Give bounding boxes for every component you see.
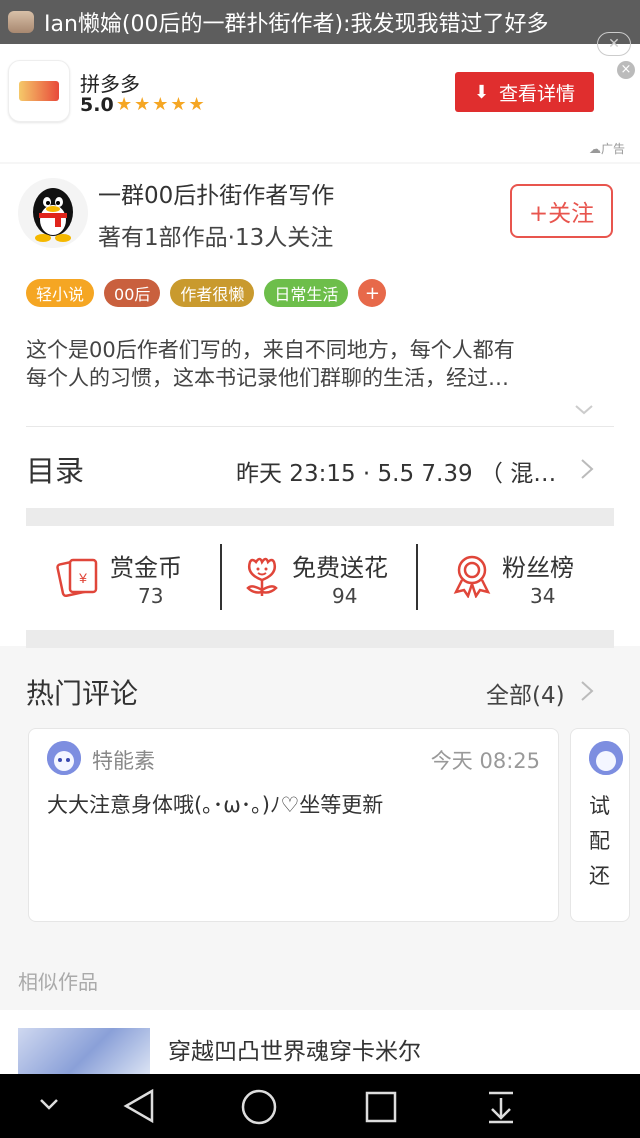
all-comments-link[interactable]: 全部(4)	[486, 676, 565, 710]
follow-button[interactable]: +关注	[510, 184, 613, 238]
book-description[interactable]: 这个是00后作者们写的，来自不同地方，每个人都有 每个人的习惯，这本书记录他们群…	[26, 336, 616, 392]
penguin-icon	[33, 188, 73, 242]
flower-icon	[246, 557, 278, 596]
divider	[26, 426, 614, 427]
notification-pull-icon[interactable]	[486, 1090, 516, 1124]
notification-text: Ian懒婨(00后的一群扑街作者):我发现我错过了好多	[44, 12, 549, 37]
book-info-card: 一群00后扑街作者写作 著有1部作品·13人关注 +关注 轻小说 00后 作者很…	[0, 164, 640, 648]
dismiss-icon[interactable]: ✕	[597, 32, 631, 56]
hot-comments-heading: 热门评论	[26, 677, 139, 710]
ad-details-button[interactable]: ⬇ 查看详情	[455, 72, 594, 112]
tag-list: 轻小说 00后 作者很懒 日常生活 +	[26, 279, 387, 307]
add-tag-button[interactable]: +	[358, 279, 387, 307]
ad-app-name: 拼多多	[80, 72, 140, 96]
stat-separator	[220, 544, 222, 610]
ad-details-label: 查看详情	[499, 82, 576, 105]
commenter-avatar	[589, 741, 623, 775]
stat-fan-rank[interactable]: 粉丝榜 34	[418, 542, 614, 612]
ad-stars: ★★★★★	[116, 94, 207, 115]
ad-rating: 5.0	[80, 94, 114, 116]
chevron-right-icon[interactable]	[580, 680, 594, 702]
stat-separator	[416, 544, 418, 610]
similar-work-item[interactable]: 穿越凹凸世界魂穿卡米尔	[0, 1010, 640, 1088]
commenter-name[interactable]: 特能素	[92, 745, 155, 775]
chevron-down-icon[interactable]	[38, 1096, 60, 1112]
tag-lazy-author[interactable]: 作者很懒	[170, 279, 255, 307]
toc-label[interactable]: 目录	[26, 448, 84, 490]
tag-daily-life[interactable]: 日常生活	[264, 279, 349, 307]
download-icon: ⬇	[473, 81, 490, 103]
stat-reward-coins[interactable]: ¥ 赏金币 73	[26, 542, 222, 612]
expand-chevron-icon[interactable]	[574, 400, 594, 420]
ad-label: ☁广告	[589, 142, 626, 156]
notification-app-icon	[8, 11, 34, 33]
stats-row: ¥ 赏金币 73 免费送花 94 粉丝榜 34	[26, 542, 614, 612]
tag-light-novel[interactable]: 轻小说	[26, 279, 95, 307]
svg-text:¥: ¥	[78, 570, 87, 586]
notification-bar[interactable]: Ian懒婨(00后的一群扑街作者):我发现我错过了好多	[0, 0, 640, 44]
author-name[interactable]: 一群00后扑街作者写作	[98, 176, 334, 210]
comment-card[interactable]: 特能素 今天 08:25 大大注意身体哦(｡･ω･｡)ﾉ♡坐等更新	[28, 728, 559, 922]
commenter-avatar[interactable]	[47, 741, 81, 775]
comment-body: 大大注意身体哦(｡･ω･｡)ﾉ♡坐等更新	[47, 793, 384, 817]
author-avatar[interactable]	[18, 178, 88, 248]
chevron-right-icon[interactable]	[580, 458, 594, 480]
section-separator	[26, 630, 614, 648]
similar-work-title: 穿越凹凸世界魂穿卡米尔	[168, 1039, 421, 1065]
tag-post00[interactable]: 00后	[104, 279, 161, 307]
comment-peek-text: 试配还	[589, 794, 610, 888]
ad-app-logo	[8, 60, 70, 122]
comment-card-peek[interactable]: 试配还	[570, 728, 630, 922]
similar-works-heading: 相似作品	[18, 970, 98, 994]
author-meta: 著有1部作品·13人关注	[98, 225, 334, 251]
ad-banner[interactable]: ✕ 拼多多 5.0 ★★★★★ ⬇ 查看详情 × ☁广告	[0, 32, 640, 162]
section-separator	[26, 508, 614, 526]
comment-time: 今天 08:25	[430, 749, 540, 773]
stat-free-flowers[interactable]: 免费送花 94	[222, 542, 418, 612]
ribbon-medal-icon	[453, 555, 491, 598]
anime-avatar-icon	[47, 741, 81, 775]
close-icon[interactable]: ×	[617, 61, 635, 79]
system-nav-bar	[0, 1074, 640, 1138]
home-icon[interactable]	[240, 1088, 278, 1126]
back-icon[interactable]	[122, 1088, 156, 1124]
red-envelope-icon: ¥	[56, 558, 98, 598]
toc-latest-chapter[interactable]: 昨天 23:15 · 5.5 7.39 （ 混…	[236, 454, 556, 488]
anime-avatar-icon	[589, 741, 623, 775]
recents-icon[interactable]	[364, 1090, 398, 1124]
